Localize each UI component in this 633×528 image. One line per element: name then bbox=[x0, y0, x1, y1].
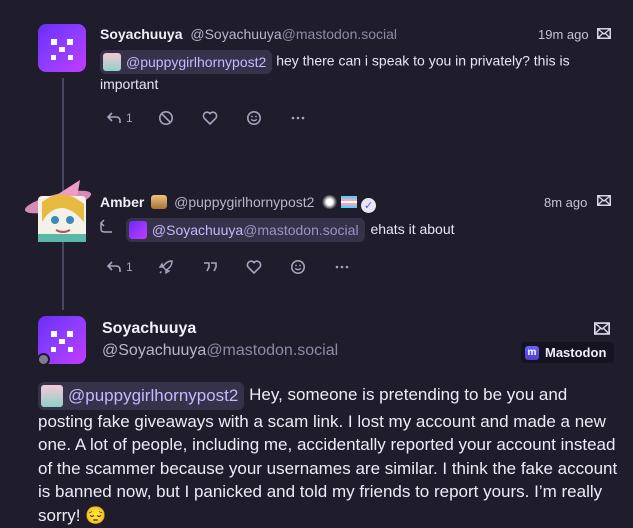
prohibited-icon bbox=[158, 111, 173, 125]
display-name[interactable]: Soyachuuya bbox=[102, 320, 196, 338]
direct-message-icon[interactable] bbox=[594, 322, 610, 335]
reply-icon bbox=[106, 112, 121, 123]
handle[interactable]: @puppygirlhornypost2 bbox=[174, 194, 314, 210]
trans-flag-icon bbox=[341, 196, 358, 208]
direct-message-icon bbox=[597, 28, 611, 39]
instance-badge: m Mastodon bbox=[521, 342, 615, 363]
reply-count: 1 bbox=[126, 260, 133, 274]
heart-icon bbox=[202, 111, 218, 126]
react-button[interactable] bbox=[287, 256, 309, 278]
display-name[interactable]: Amber bbox=[100, 194, 144, 210]
mention-avatar bbox=[41, 384, 63, 407]
robot-face-icon bbox=[51, 39, 73, 60]
reply-count: 1 bbox=[126, 111, 133, 125]
more-button[interactable] bbox=[287, 107, 309, 129]
direct-message-icon bbox=[597, 195, 611, 206]
post-content: @puppygirlhornypost2 Hey, someone is pre… bbox=[38, 382, 618, 527]
handle[interactable]: @Soyachuuya@mastodon.social bbox=[190, 26, 397, 42]
boost-disabled-button[interactable] bbox=[155, 107, 177, 129]
favourite-button[interactable] bbox=[243, 256, 265, 278]
smiley-icon bbox=[290, 260, 305, 274]
verified-icon: ✓ bbox=[361, 198, 377, 213]
custom-emoji-icon bbox=[322, 195, 338, 209]
avatar[interactable] bbox=[22, 178, 98, 246]
display-name[interactable]: Soyachuuya bbox=[100, 26, 182, 42]
reply-arrow-icon bbox=[99, 218, 116, 239]
mention-avatar bbox=[128, 221, 147, 240]
mention-avatar bbox=[103, 53, 121, 71]
post-content: @Soyachuuya@mastodon.social ehats it abo… bbox=[99, 218, 620, 243]
post-header: Soyachuuya @Soyachuuya@mastodon.social bbox=[100, 26, 397, 42]
react-button[interactable] bbox=[243, 107, 265, 129]
smiley-icon bbox=[246, 111, 261, 125]
pensive-emoji: 😔 bbox=[85, 505, 107, 525]
online-status-dot bbox=[37, 353, 50, 366]
heart-icon bbox=[246, 260, 262, 275]
timestamp[interactable]: 19m ago bbox=[538, 27, 589, 42]
ellipsis-icon bbox=[335, 265, 348, 269]
mention-link[interactable]: @puppygirlhornypost2 bbox=[38, 382, 245, 410]
quote-button[interactable] bbox=[199, 256, 221, 278]
post-actions: 1 bbox=[106, 256, 375, 278]
reply-icon bbox=[106, 261, 121, 272]
post-text: ehats it about bbox=[370, 221, 455, 237]
favourite-button[interactable] bbox=[199, 107, 221, 129]
reply-button[interactable]: 1 bbox=[106, 256, 133, 278]
handle[interactable]: @Soyachuuya@mastodon.social bbox=[102, 342, 338, 360]
custom-emoji-icon bbox=[151, 195, 168, 209]
mention-link[interactable]: @Soyachuuya@mastodon.social bbox=[125, 218, 365, 243]
more-button[interactable] bbox=[331, 256, 353, 278]
post-header: Amber @puppygirlhornypost2 ✓ bbox=[100, 194, 377, 213]
mention-link[interactable]: @puppygirlhornypost2 bbox=[100, 50, 273, 74]
quote-icon bbox=[203, 262, 217, 272]
reply-button[interactable]: 1 bbox=[106, 107, 133, 129]
rocket-icon bbox=[158, 260, 173, 275]
avatar[interactable] bbox=[38, 24, 86, 72]
post-actions: 1 bbox=[106, 107, 331, 129]
boost-button[interactable] bbox=[155, 256, 177, 278]
ellipsis-icon bbox=[291, 116, 304, 120]
timestamp[interactable]: 8m ago bbox=[544, 195, 587, 210]
post-content: @puppygirlhornypost2 hey there can i spe… bbox=[100, 50, 620, 94]
mastodon-logo-icon: m bbox=[525, 345, 539, 360]
witch-hat-avatar-icon bbox=[24, 180, 92, 242]
